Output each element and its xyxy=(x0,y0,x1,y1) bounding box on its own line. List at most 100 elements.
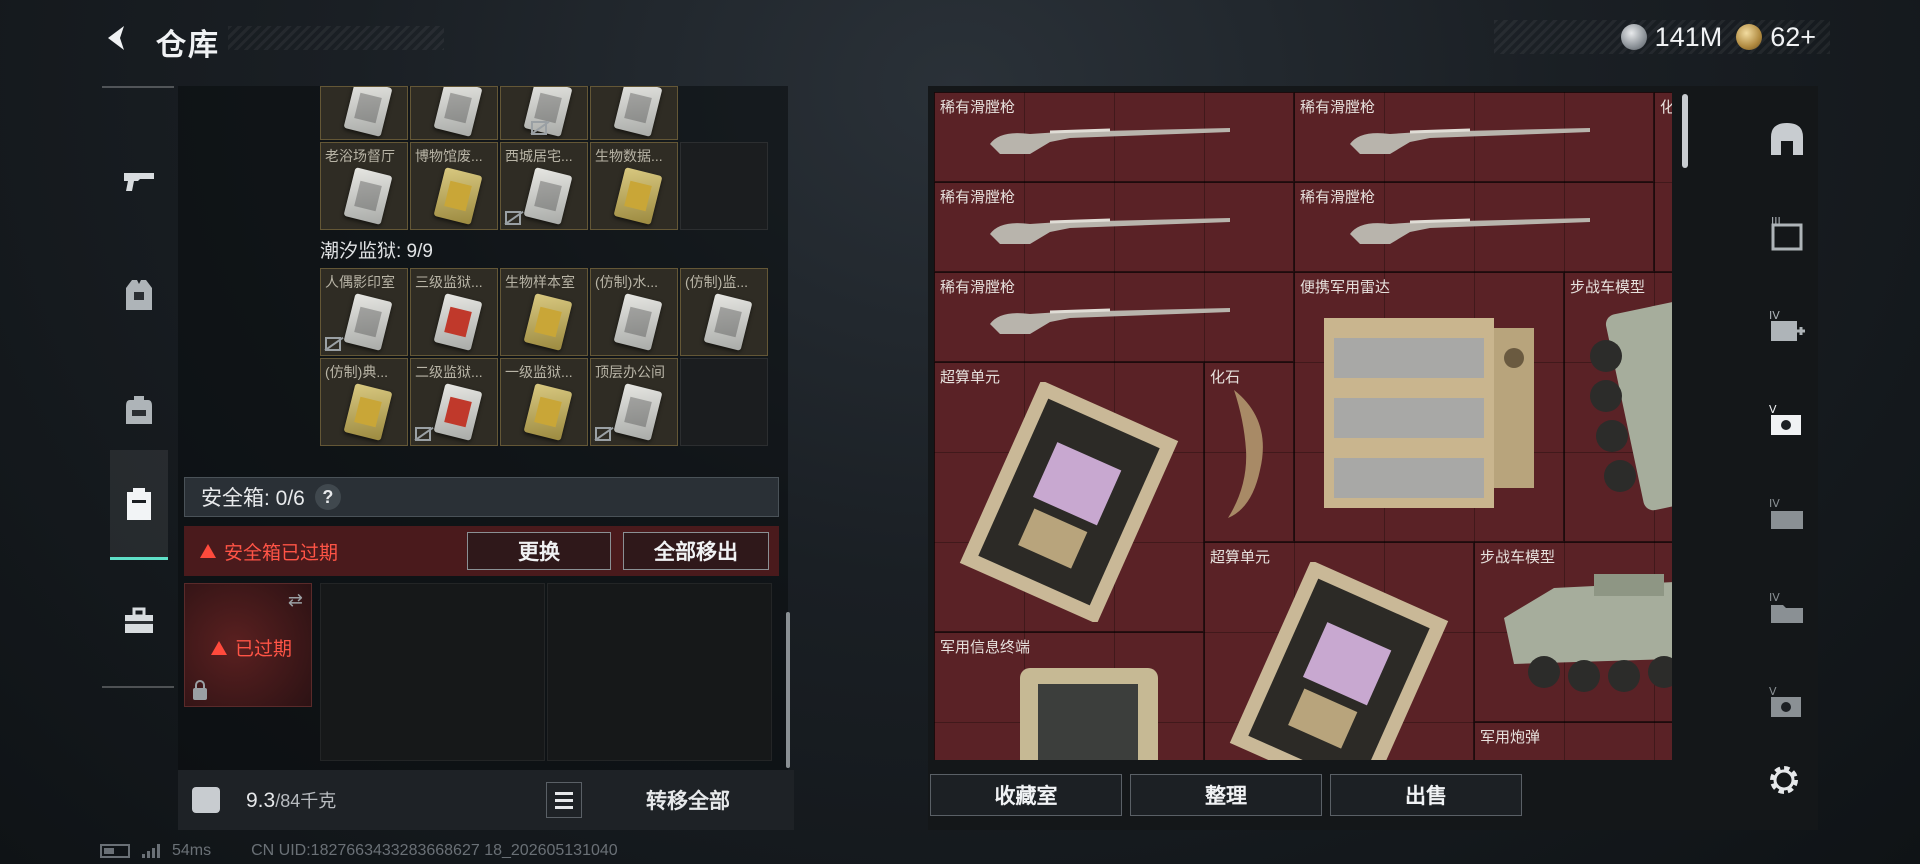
transfer-all-button[interactable]: 转移全部 xyxy=(598,782,778,818)
item-slot[interactable]: 人偶影印室 xyxy=(320,268,408,356)
keycard-icon xyxy=(433,87,483,137)
swap-icon[interactable]: ⇄ xyxy=(288,590,303,611)
item-slot[interactable] xyxy=(410,86,498,140)
supercomputer-chip-icon xyxy=(959,382,1179,622)
item-label: (仿制)监... xyxy=(685,274,748,290)
storage-item[interactable]: 化石 xyxy=(1654,92,1672,272)
sell-button[interactable]: 出售 xyxy=(1330,774,1522,816)
ifv-model-icon xyxy=(1504,574,1672,692)
storage-item[interactable]: 稀有滑膛枪 xyxy=(1294,182,1654,272)
item-slot[interactable]: 博物馆废... xyxy=(410,142,498,230)
storage-item[interactable]: 步战车模型 xyxy=(1474,542,1672,722)
rail-tab-tier-4-medical[interactable]: IV xyxy=(1764,304,1810,350)
empty-slot[interactable] xyxy=(680,142,768,230)
safe-box-item[interactable]: ⇄ 已过期 xyxy=(184,583,312,707)
keycard-icon xyxy=(433,383,483,441)
storage-item[interactable]: 化石 xyxy=(1204,362,1294,542)
item-label: 一级监狱... xyxy=(505,364,573,380)
nav-item-armor[interactable] xyxy=(110,240,168,350)
list-view-button[interactable] xyxy=(546,782,582,818)
empty-slot[interactable] xyxy=(680,358,768,446)
weight-readout: 9.3/84千克 xyxy=(246,787,336,813)
inventory-scrollbar[interactable] xyxy=(786,612,790,768)
storage-scrollbar[interactable] xyxy=(1682,94,1688,168)
musket-icon xyxy=(990,308,1230,334)
safe-slot[interactable] xyxy=(547,583,772,761)
item-slot[interactable]: 二级监狱... xyxy=(410,358,498,446)
help-button[interactable]: ? xyxy=(314,484,341,510)
rail-tab-tier-5-video[interactable]: V xyxy=(1764,398,1810,444)
gear-icon[interactable] xyxy=(1766,762,1802,798)
battery-icon xyxy=(100,844,130,858)
item-slot[interactable] xyxy=(500,86,588,140)
storage-item[interactable]: 军用炮弹 xyxy=(1474,722,1672,760)
item-label: 人偶影印室 xyxy=(325,274,395,290)
item-name: 步战车模型 xyxy=(1480,549,1556,566)
nav-item-weapons[interactable] xyxy=(110,126,168,236)
safe-box-label: 安全箱: 0/6 xyxy=(201,487,305,510)
storage-item[interactable]: 稀有滑膛枪 xyxy=(1294,92,1654,182)
storage-item[interactable]: 稀有滑膛枪 xyxy=(934,92,1294,182)
safe-box-header: 安全箱: 0/6 ? xyxy=(184,477,779,517)
item-label: 三级监狱... xyxy=(415,274,483,290)
currency-silver-value: 141M xyxy=(1654,21,1723,52)
item-name: 军用信息终端 xyxy=(940,639,1031,656)
nav-item-backpack[interactable] xyxy=(110,354,168,464)
storage-item[interactable]: 超算单元 xyxy=(934,362,1204,632)
rail-tab-tier-4-folder[interactable]: IV xyxy=(1764,586,1810,632)
item-slot[interactable] xyxy=(590,86,678,140)
item-slot[interactable]: 顶层办公间 xyxy=(590,358,678,446)
item-slot[interactable]: (仿制)水... xyxy=(590,268,678,356)
item-name: 稀有滑膛枪 xyxy=(1300,99,1376,116)
rail-tab-tier-4-card[interactable]: IV xyxy=(1764,492,1810,538)
item-slot[interactable]: 一级监狱... xyxy=(500,358,588,446)
item-label: (仿制)水... xyxy=(595,274,658,290)
sort-button[interactable]: 整理 xyxy=(1130,774,1322,816)
storage-item[interactable]: 稀有滑膛枪 xyxy=(934,182,1294,272)
item-label: 西城居宅... xyxy=(505,148,573,164)
radar-icon xyxy=(1324,318,1534,508)
back-button[interactable] xyxy=(96,18,136,58)
rail-tab-tier-5-video-2[interactable]: V xyxy=(1764,680,1810,726)
inventory-grid-top-partial xyxy=(320,86,678,140)
item-slot[interactable]: 西城居宅... xyxy=(500,142,588,230)
item-label: 生物数据... xyxy=(595,148,663,164)
item-slot[interactable]: 生物数据... xyxy=(590,142,678,230)
item-label: 老浴场督厅 xyxy=(325,148,395,164)
rail-tab-container[interactable] xyxy=(1764,116,1810,162)
nav-item-toolbox[interactable] xyxy=(110,566,168,676)
storage-item[interactable]: 步战车模型 xyxy=(1564,272,1672,542)
currency-gold[interactable]: 62+ xyxy=(1736,22,1816,53)
item-slot[interactable] xyxy=(320,86,408,140)
musket-icon xyxy=(990,128,1230,154)
item-label: 生物样本室 xyxy=(505,274,575,290)
collection-room-button[interactable]: 收藏室 xyxy=(930,774,1122,816)
item-slot[interactable]: 生物样本室 xyxy=(500,268,588,356)
svg-text:IV: IV xyxy=(1769,309,1780,322)
storage-item[interactable]: 超算单元 xyxy=(1204,542,1474,760)
rail-tab-tier-3[interactable]: III xyxy=(1764,210,1810,256)
item-slot[interactable]: 三级监狱... xyxy=(410,268,498,356)
ping-readout: 54ms xyxy=(172,842,212,859)
replace-button[interactable]: 更换 xyxy=(467,532,611,570)
storage-item[interactable]: 军用信息终端 xyxy=(934,632,1204,760)
expired-message: 安全箱已过期 xyxy=(224,542,339,564)
fossil-claw-icon xyxy=(1228,390,1263,518)
currency-gold-value: 62+ xyxy=(1770,21,1816,52)
safe-slot[interactable] xyxy=(320,583,545,761)
nav-item-safe-box[interactable] xyxy=(110,450,168,560)
item-slot[interactable]: (仿制)典... xyxy=(320,358,408,446)
lock-icon xyxy=(193,680,207,700)
item-slot[interactable]: (仿制)监... xyxy=(680,268,768,356)
tier-iii-icon: III xyxy=(1771,215,1803,251)
item-slot[interactable]: 老浴场督厅 xyxy=(320,142,408,230)
unavailable-icon xyxy=(531,121,547,135)
silver-coin-icon xyxy=(1620,24,1647,50)
currency-silver[interactable]: 141M xyxy=(1620,21,1723,53)
storage-item[interactable]: 稀有滑膛枪 xyxy=(934,272,1294,362)
page-title: 仓库 xyxy=(156,29,220,62)
move-all-out-button[interactable]: 全部移出 xyxy=(623,532,769,570)
backpack-icon xyxy=(126,396,152,424)
supercomputer-chip-icon xyxy=(1229,562,1449,760)
storage-item[interactable]: 便携军用雷达 xyxy=(1294,272,1564,542)
